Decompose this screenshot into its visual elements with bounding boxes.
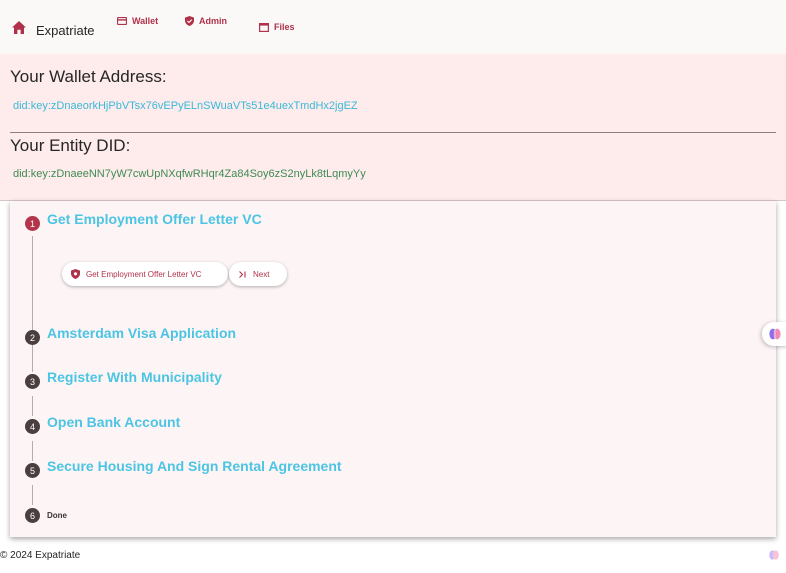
window-icon bbox=[259, 22, 269, 32]
step-connector bbox=[32, 485, 33, 505]
shield-check-icon bbox=[185, 16, 194, 26]
step-3-title[interactable]: Register With Municipality bbox=[47, 369, 222, 385]
app-title[interactable]: Expatriate bbox=[36, 23, 95, 38]
entity-did[interactable]: did:key:zDnaeeNN7yW7cwUpNXqfwRHqr4Za84So… bbox=[13, 168, 366, 180]
skip-next-icon bbox=[239, 270, 246, 278]
assistant-widget-button[interactable] bbox=[762, 322, 786, 346]
wallet-did[interactable]: did:key:zDnaeorkHjPbVTsx76vEPyELnSWuaVTs… bbox=[13, 100, 358, 112]
step-6-indicator[interactable]: 6 bbox=[25, 508, 40, 523]
assistant-icon bbox=[768, 548, 780, 560]
step-2-indicator[interactable]: 2 bbox=[25, 330, 40, 345]
nav-wallet-link[interactable]: Wallet bbox=[117, 16, 158, 26]
nav-files-link[interactable]: Files bbox=[259, 22, 295, 32]
shield-icon bbox=[71, 269, 80, 279]
nav-admin-label: Admin bbox=[199, 16, 227, 26]
step-5-title[interactable]: Secure Housing And Sign Rental Agreement bbox=[47, 458, 342, 474]
assistant-icon bbox=[769, 328, 781, 340]
step-connector bbox=[32, 352, 33, 372]
step-connector bbox=[32, 441, 33, 461]
step-connector bbox=[32, 396, 33, 416]
step-4-title[interactable]: Open Bank Account bbox=[47, 414, 180, 430]
get-employment-offer-button[interactable]: Get Employment Offer Letter VC bbox=[62, 262, 228, 286]
step-3-indicator[interactable]: 3 bbox=[25, 374, 40, 389]
wallet-address-heading: Your Wallet Address: bbox=[10, 67, 167, 86]
next-label: Next bbox=[253, 269, 270, 279]
step-1-title[interactable]: Get Employment Offer Letter VC bbox=[47, 211, 262, 227]
nav-wallet-label: Wallet bbox=[132, 16, 159, 26]
address-panel: Your Wallet Address: did:key:zDnaeorkHjP… bbox=[0, 54, 786, 201]
get-employment-offer-label: Get Employment Offer Letter VC bbox=[86, 269, 202, 279]
wallet-icon bbox=[117, 17, 127, 25]
stepper-card: 1 Get Employment Offer Letter VC Get Emp… bbox=[10, 201, 776, 537]
home-icon[interactable] bbox=[12, 21, 28, 35]
step-6-title[interactable]: Done bbox=[47, 511, 67, 520]
footer-copyright: © 2024 Expatriate bbox=[0, 550, 81, 561]
top-nav: Expatriate Wallet Admin Files bbox=[0, 0, 786, 54]
entity-did-heading: Your Entity DID: bbox=[10, 136, 131, 155]
divider bbox=[10, 132, 776, 133]
step-4-indicator[interactable]: 4 bbox=[25, 419, 40, 434]
next-button[interactable]: Next bbox=[229, 262, 287, 286]
step-5-indicator[interactable]: 5 bbox=[25, 463, 40, 478]
step-2-title[interactable]: Amsterdam Visa Application bbox=[47, 325, 236, 341]
nav-admin-link[interactable]: Admin bbox=[185, 16, 227, 26]
step-1-indicator[interactable]: 1 bbox=[25, 216, 40, 231]
nav-files-label: Files bbox=[274, 22, 295, 32]
